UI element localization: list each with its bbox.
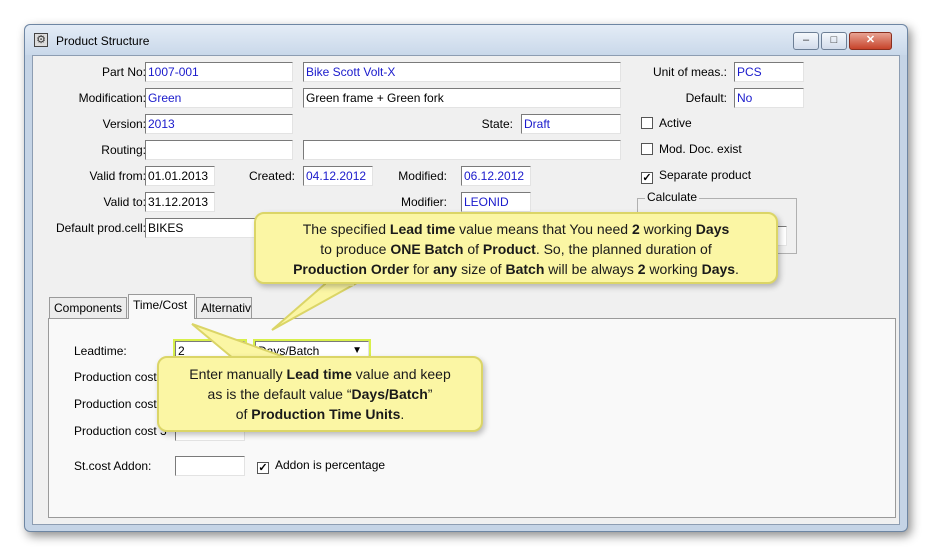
part-no-field[interactable]: 1007-001 — [145, 62, 293, 82]
modification-label: Modification: — [78, 91, 146, 105]
maximize-button[interactable]: □ — [821, 32, 847, 50]
default-field[interactable]: No — [734, 88, 804, 108]
unit-of-meas-field[interactable]: PCS — [734, 62, 804, 82]
part-name-field[interactable]: Bike Scott Volt-X — [303, 62, 621, 82]
st-cost-addon-field[interactable] — [175, 456, 245, 476]
valid-from-label: Valid from: — [89, 169, 146, 183]
created-label: Created: — [248, 169, 295, 183]
separate-product-checkbox[interactable]: ✓ Separate product — [641, 168, 751, 184]
version-label: Version: — [102, 117, 146, 131]
window-title: Product Structure — [56, 34, 150, 48]
version-field[interactable]: 2013 — [145, 114, 293, 134]
modification-field[interactable]: Green — [145, 88, 293, 108]
active-checkbox[interactable]: Active — [641, 116, 692, 130]
created-field[interactable]: 04.12.2012 — [303, 166, 373, 186]
state-label: State: — [481, 117, 513, 131]
production-cost-2-label: Production cost 2 — [74, 397, 167, 411]
callout-top-line-1: The specified Lead time value means that… — [302, 221, 730, 237]
routing-desc-field[interactable] — [303, 140, 621, 160]
mod-doc-exist-checkbox[interactable]: Mod. Doc. exist — [641, 142, 742, 156]
state-field[interactable]: Draft — [521, 114, 621, 134]
modification-desc-field[interactable]: Green frame + Green fork — [303, 88, 621, 108]
callout-bottom-line-1: Enter manually Lead time value and keep — [189, 366, 451, 382]
default-label: Default: — [685, 91, 727, 105]
valid-to-field[interactable]: 31.12.2013 — [145, 192, 215, 212]
routing-label: Routing: — [101, 143, 146, 157]
calculate-group-legend: Calculate — [645, 190, 700, 204]
callout-top-line-3: Production Order for any size of Batch w… — [293, 261, 739, 277]
tab-components[interactable]: Components — [49, 297, 127, 318]
addon-percentage-label: Addon is percentage — [275, 458, 386, 472]
addon-percentage-checkbox[interactable]: ✓ Addon is percentage — [257, 458, 385, 474]
tab-time-cost[interactable]: Time/Cost — [128, 294, 195, 319]
callout-top-line-2: to produce ONE Batch of Product. So, the… — [320, 241, 712, 257]
addon-percentage-check-box[interactable]: ✓ — [257, 462, 269, 474]
form-client-area: Part No: 1007-001 Bike Scott Volt-X Unit… — [32, 55, 900, 525]
routing-field[interactable] — [145, 140, 293, 160]
lead-time-explanation-callout: The specified Lead time value means that… — [254, 212, 778, 284]
separate-product-label: Separate product — [659, 168, 752, 182]
close-button[interactable]: ✕ — [849, 32, 892, 50]
active-check-box[interactable] — [641, 117, 653, 129]
mod-doc-check-box[interactable] — [641, 143, 653, 155]
modified-field[interactable]: 06.12.2012 — [461, 166, 531, 186]
production-cost-1-label: Production cost 1: — [74, 370, 171, 384]
modified-label: Modified: — [398, 169, 447, 183]
enter-lead-time-callout: Enter manually Lead time value and keep … — [157, 356, 483, 432]
modifier-label: Modifier: — [400, 195, 447, 209]
default-prod-cell-label: Default prod.cell: — [55, 221, 146, 235]
production-cost-3-label: Production cost 3 — [74, 424, 167, 438]
valid-to-label: Valid to: — [103, 195, 146, 209]
part-no-label: Part No: — [101, 65, 146, 79]
separate-product-check-box[interactable]: ✓ — [641, 172, 653, 184]
active-label: Active — [659, 116, 692, 130]
minimize-button[interactable]: – — [793, 32, 819, 50]
tab-alternative[interactable]: Alternative — [196, 297, 252, 318]
unit-of-meas-label: Unit of meas.: — [652, 65, 727, 79]
leadtime-label: Leadtime: — [74, 344, 127, 358]
app-icon: ⚙ — [34, 33, 48, 47]
modifier-field[interactable]: LEONID — [461, 192, 531, 212]
callout-bottom-line-2: as is the default value “Days/Batch” — [207, 386, 433, 402]
valid-from-field[interactable]: 01.01.2013 — [145, 166, 215, 186]
st-cost-addon-label: St.cost Addon: — [74, 459, 152, 473]
callout-bottom-line-3: of Production Time Units. — [235, 406, 405, 422]
mod-doc-label: Mod. Doc. exist — [659, 142, 742, 156]
title-bar[interactable]: ⚙ Product Structure – □ ✕ — [25, 25, 907, 55]
